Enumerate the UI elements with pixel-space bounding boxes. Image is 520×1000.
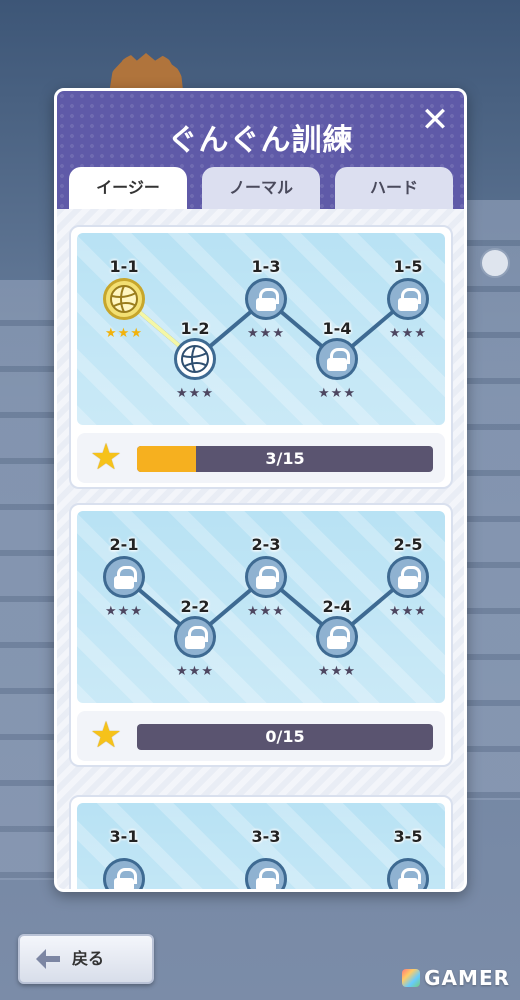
- stage-node-2-1[interactable]: [103, 556, 145, 598]
- back-label: 戻る: [72, 949, 105, 968]
- lock-icon: [256, 868, 279, 889]
- lock-icon: [114, 566, 137, 589]
- stage-node-2-2[interactable]: [174, 616, 216, 658]
- star-icon: ★: [89, 437, 123, 478]
- stage-label: 2-1: [109, 535, 139, 554]
- stage-label: 3-1: [109, 827, 139, 846]
- stage-label: 2-3: [251, 535, 281, 554]
- stage-stars-2-1: ★★★: [105, 604, 143, 619]
- lock-icon: [398, 566, 421, 589]
- panel-title: ぐんぐん訓練: [167, 123, 354, 158]
- background-clock: [480, 248, 510, 278]
- stage-stars-2-2: ★★★: [176, 664, 214, 679]
- stage-node-3-5[interactable]: [387, 858, 429, 889]
- stage-label: 1-2: [180, 319, 210, 338]
- stage-map-3: 3-1 3-3 3-5: [77, 803, 445, 889]
- lock-icon: [256, 566, 279, 589]
- stage-node-2-3[interactable]: [245, 556, 287, 598]
- chapter-card-2: 2-1 ★★★ 2-2 ★★★ 2-3 ★★★ 2-4 ★★★ 2-5 ★★★ …: [69, 503, 453, 767]
- stage-stars-1-5: ★★★: [389, 326, 427, 341]
- chapter-progress-2: ★ 0/15: [77, 711, 445, 761]
- stage-label: 1-1: [109, 257, 139, 276]
- gamer-logo-icon: [402, 969, 421, 987]
- tab-easy[interactable]: イージー: [69, 167, 187, 209]
- chapter-list[interactable]: 1-1 ★★★ 1-2 ★★★ 1-3 ★★★ 1-4 ★★★ 1-5 ★★★ …: [57, 209, 464, 889]
- stage-node-1-2[interactable]: [174, 338, 216, 380]
- back-arrow-icon: [36, 949, 60, 969]
- progress-bar: 3/15: [137, 446, 433, 472]
- stage-stars-1-2: ★★★: [176, 386, 214, 401]
- stage-label: 1-3: [251, 257, 281, 276]
- stage-stars-1-4: ★★★: [318, 386, 356, 401]
- chapter-progress-1: ★ 3/15: [77, 433, 445, 483]
- stage-label: 2-4: [322, 597, 352, 616]
- training-panel: ぐんぐん訓練 ✕ イージー ノーマル ハード 1-1 ★★★ 1-2 ★★★ 1…: [54, 88, 467, 892]
- stage-stars-2-5: ★★★: [389, 604, 427, 619]
- tab-normal[interactable]: ノーマル: [202, 167, 320, 209]
- stage-node-1-3[interactable]: [245, 278, 287, 320]
- lock-icon: [114, 868, 137, 889]
- lock-icon: [185, 626, 208, 649]
- stage-map-1: 1-1 ★★★ 1-2 ★★★ 1-3 ★★★ 1-4 ★★★ 1-5 ★★★: [77, 233, 445, 425]
- back-button[interactable]: 戻る: [18, 934, 154, 984]
- stage-node-1-5[interactable]: [387, 278, 429, 320]
- stage-label: 1-5: [393, 257, 423, 276]
- lock-icon: [327, 348, 350, 371]
- stage-stars-2-3: ★★★: [247, 604, 285, 619]
- stage-stars-1-3: ★★★: [247, 326, 285, 341]
- lock-icon: [398, 868, 421, 889]
- star-icon: ★: [89, 715, 123, 756]
- stage-node-3-3[interactable]: [245, 858, 287, 889]
- lock-icon: [256, 288, 279, 311]
- chapter-card-1: 1-1 ★★★ 1-2 ★★★ 1-3 ★★★ 1-4 ★★★ 1-5 ★★★ …: [69, 225, 453, 489]
- stage-label: 3-3: [251, 827, 281, 846]
- gamer-watermark: GAMER: [402, 966, 510, 990]
- volleyball-icon: [181, 345, 209, 373]
- close-icon[interactable]: ✕: [420, 103, 450, 137]
- chapter-card-3: 3-1 3-3 3-5: [69, 795, 453, 889]
- stage-node-2-4[interactable]: [316, 616, 358, 658]
- stage-node-1-4[interactable]: [316, 338, 358, 380]
- stage-node-1-1[interactable]: [103, 278, 145, 320]
- stage-node-2-5[interactable]: [387, 556, 429, 598]
- stage-label: 3-5: [393, 827, 423, 846]
- progress-text: 0/15: [265, 727, 305, 746]
- stage-stars-1-1: ★★★: [105, 326, 143, 341]
- stage-node-3-1[interactable]: [103, 858, 145, 889]
- lock-icon: [398, 288, 421, 311]
- stage-label: 2-2: [180, 597, 210, 616]
- lock-icon: [327, 626, 350, 649]
- stage-map-2: 2-1 ★★★ 2-2 ★★★ 2-3 ★★★ 2-4 ★★★ 2-5 ★★★: [77, 511, 445, 703]
- stage-label: 1-4: [322, 319, 352, 338]
- stage-stars-2-4: ★★★: [318, 664, 356, 679]
- watermark-text: GAMER: [424, 966, 510, 990]
- tab-hard[interactable]: ハード: [335, 167, 453, 209]
- panel-header: ぐんぐん訓練 ✕ イージー ノーマル ハード: [57, 91, 464, 209]
- stage-label: 2-5: [393, 535, 423, 554]
- volleyball-icon: [110, 285, 138, 313]
- progress-text: 3/15: [265, 449, 305, 468]
- progress-bar: 0/15: [137, 724, 433, 750]
